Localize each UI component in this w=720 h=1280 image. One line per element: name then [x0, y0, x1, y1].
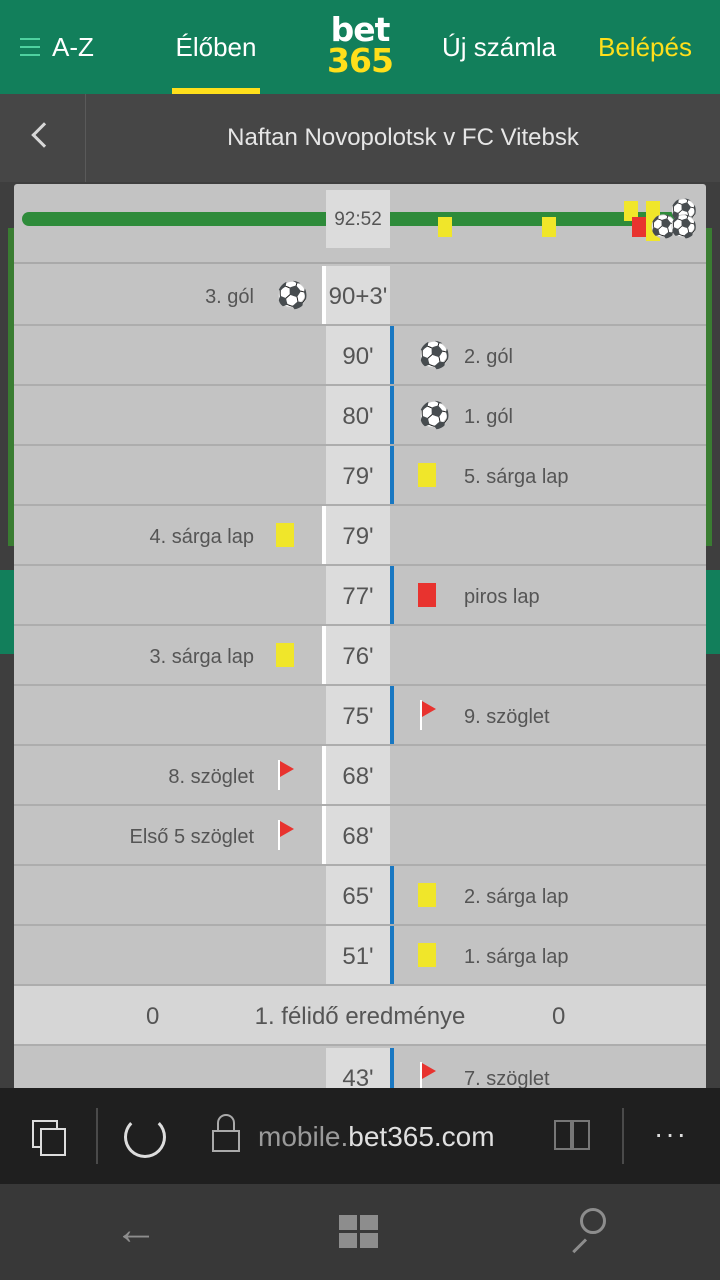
event-row: 68' Első 5 szöglet — [14, 806, 706, 866]
event-row: 68' 8. szöglet — [14, 746, 706, 806]
event-label: 5. sárga lap — [464, 466, 569, 488]
toolbar-divider — [622, 1108, 624, 1164]
away-side-marker — [390, 1048, 394, 1088]
reading-view-icon[interactable] — [554, 1120, 592, 1152]
event-row: 51' 1. sárga lap — [14, 926, 706, 986]
browser-toolbar: mobile.bet365.com ··· — [0, 1088, 720, 1184]
event-row: 77' piros lap — [14, 566, 706, 626]
event-label: 8. szöglet — [168, 766, 254, 788]
menu-a-z-button[interactable]: A-Z — [20, 0, 94, 94]
event-minute: 51' — [326, 926, 390, 984]
os-navigation-bar: ← — [0, 1184, 720, 1280]
event-minute: 68' — [326, 746, 390, 804]
event-label: 2. gól — [464, 346, 513, 368]
away-side-marker — [390, 566, 394, 624]
event-row: 65' 2. sárga lap — [14, 866, 706, 926]
event-label: 1. gól — [464, 406, 513, 428]
event-minute: 43' — [326, 1048, 390, 1088]
event-label: 3. gól — [205, 286, 254, 308]
event-minute: 75' — [326, 686, 390, 744]
event-row: 90' ⚽ 2. gól — [14, 326, 706, 386]
event-row: 79' 5. sárga lap — [14, 446, 706, 506]
tabs-icon[interactable] — [28, 1118, 68, 1158]
corner-flag-icon — [418, 700, 438, 730]
url-prefix: mobile. — [258, 1121, 349, 1152]
away-side-marker — [390, 866, 394, 924]
event-label: 9. szöglet — [464, 706, 550, 728]
event-label: 1. sárga lap — [464, 946, 569, 968]
event-minute: 90+3' — [326, 266, 390, 324]
url-domain: bet365.com — [348, 1121, 495, 1152]
tab-live[interactable]: Élőben — [172, 0, 260, 94]
half-time-label: 1. félidő eredménye — [254, 1003, 466, 1030]
yellow-card-icon — [418, 943, 436, 967]
away-side-marker — [390, 326, 394, 384]
yellow-card-icon — [418, 463, 436, 487]
event-row: 75' 9. szöglet — [14, 686, 706, 746]
corner-flag-icon — [276, 820, 296, 850]
address-bar[interactable]: mobile.bet365.com — [258, 1088, 495, 1184]
event-row: 79' 4. sárga lap — [14, 506, 706, 566]
event-minute: 80' — [326, 386, 390, 444]
back-button[interactable] — [0, 94, 86, 182]
toolbar-divider — [96, 1108, 98, 1164]
red-card-icon — [418, 583, 436, 607]
event-label: piros lap — [464, 586, 540, 608]
away-side-marker — [390, 926, 394, 984]
event-minute: 90' — [326, 326, 390, 384]
match-header: Naftan Novopolotsk v FC Vitebsk — [0, 94, 720, 182]
away-side-marker — [390, 386, 394, 444]
timeline-yellow-card-icon — [438, 217, 452, 237]
refresh-icon[interactable] — [124, 1116, 166, 1158]
half-time-away-score: 0 — [552, 1003, 566, 1030]
event-minute: 79' — [326, 446, 390, 504]
screen: A-Z Élőben bet 365 Új számla Belépés Naf… — [0, 0, 720, 1280]
top-nav: A-Z Élőben bet 365 Új számla Belépés — [0, 0, 720, 94]
logo-bottom-text: 365 — [327, 41, 394, 80]
event-row: 80' ⚽ 1. gól — [14, 386, 706, 446]
chevron-left-icon — [31, 122, 57, 148]
yellow-card-icon — [276, 643, 294, 667]
event-minute: 77' — [326, 566, 390, 624]
menu-label: A-Z — [52, 32, 94, 62]
timeline-yellow-card-icon — [542, 217, 556, 237]
event-minute: 79' — [326, 506, 390, 564]
event-label: Első 5 szöglet — [129, 826, 254, 848]
event-minute: 68' — [326, 806, 390, 864]
match-events-panel[interactable]: ⚽ ⚽ ⚽ 92:52 90+3' ⚽ 3. gól 90' ⚽ 2. gól 80' ⚽ 1.… — [14, 184, 706, 1088]
event-minute: 65' — [326, 866, 390, 924]
event-label: 7. szöglet — [464, 1068, 550, 1088]
event-minute: 76' — [326, 626, 390, 684]
lock-icon — [212, 1114, 240, 1154]
windows-start-icon[interactable] — [339, 1215, 379, 1249]
goal-ball-icon: ⚽ — [276, 280, 309, 310]
away-side-marker — [390, 686, 394, 744]
yellow-card-icon — [418, 883, 436, 907]
corner-flag-icon — [418, 1062, 438, 1088]
event-label: 3. sárga lap — [149, 646, 254, 668]
more-options-button[interactable]: ··· — [654, 1088, 688, 1184]
hamburger-icon — [20, 38, 40, 57]
away-side-marker — [390, 446, 394, 504]
event-row: 90+3' ⚽ 3. gól — [14, 266, 706, 326]
event-label: 2. sárga lap — [464, 886, 569, 908]
timeline-ball-icon: ⚽ — [670, 214, 698, 239]
yellow-card-icon — [276, 523, 294, 547]
os-back-icon[interactable]: ← — [114, 1208, 158, 1252]
event-label: 4. sárga lap — [149, 526, 254, 548]
login-link[interactable]: Belépés — [598, 0, 692, 94]
register-link[interactable]: Új számla — [442, 0, 556, 94]
half-time-result-row: 0 1. félidő eredménye 0 — [14, 986, 706, 1046]
timeline-red-card-icon — [632, 217, 646, 237]
match-clock: 92:52 — [326, 190, 390, 248]
match-title: Naftan Novopolotsk v FC Vitebsk — [227, 124, 579, 151]
bet365-logo[interactable]: bet 365 — [322, 13, 398, 80]
goal-ball-icon: ⚽ — [418, 340, 451, 370]
goal-ball-icon: ⚽ — [418, 400, 451, 430]
corner-flag-icon — [276, 760, 296, 790]
timeline-summary: ⚽ ⚽ ⚽ 92:52 — [14, 184, 706, 264]
os-search-icon[interactable] — [566, 1208, 610, 1254]
event-row: 76' 3. sárga lap — [14, 626, 706, 686]
event-row: 43' 7. szöglet — [14, 1048, 706, 1088]
